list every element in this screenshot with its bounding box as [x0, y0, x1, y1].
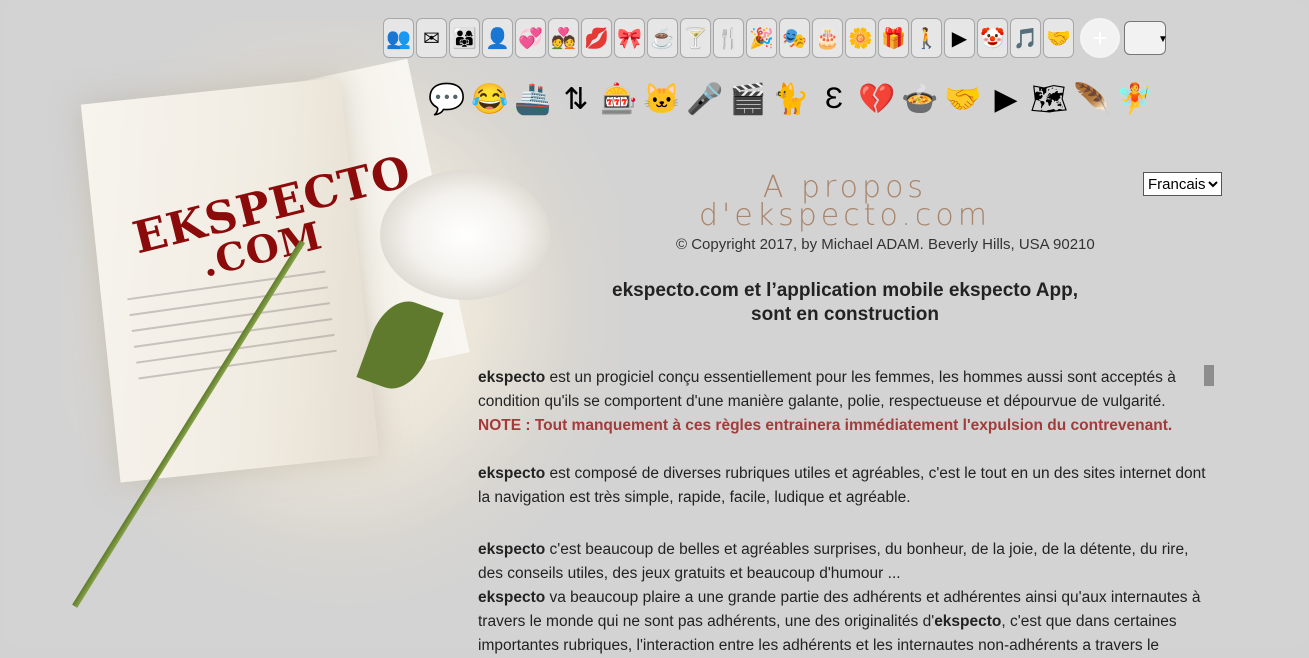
chat-bubbles-icon[interactable]: 💬: [428, 74, 466, 124]
brand-name: ekspecto: [478, 541, 546, 558]
paragraph-intro: ekspecto est un progiciel conçu essentie…: [478, 366, 1208, 414]
main-content: ekspecto est un progiciel conçu essentie…: [478, 366, 1208, 658]
walking-icon[interactable]: 🚶: [911, 18, 942, 58]
paragraph-features: ekspecto est composé de diverses rubriqu…: [478, 462, 1208, 510]
logo-e-icon[interactable]: Ɛ: [815, 74, 853, 124]
headline-line1: ekspecto.com et l’application mobile eks…: [612, 280, 1078, 301]
coffee-icon[interactable]: ☕: [647, 18, 678, 58]
exchange-arrows-icon[interactable]: ⇅: [557, 74, 595, 124]
cooking-pot-icon[interactable]: 🍲: [901, 74, 939, 124]
community-icon[interactable]: 👨‍👩‍👧: [449, 18, 480, 58]
birthday-cake-icon[interactable]: 🎂: [812, 18, 843, 58]
play-triangle-icon[interactable]: ▶: [987, 74, 1025, 124]
contacts-icon[interactable]: 👤: [482, 18, 513, 58]
brand-name: ekspecto: [934, 613, 1002, 630]
white-rose: [380, 170, 550, 300]
play-icon[interactable]: ▶: [944, 18, 975, 58]
toolbar-row-2: 💬 😂 🚢 ⇅ 🎰 🐱 🎤 🎬 🐈 Ɛ 💔 🍲 🤝 ▶ 🗺 🪶 🧚: [428, 74, 1154, 124]
world-map-search-icon[interactable]: 🗺: [1030, 74, 1068, 124]
ribbon-icon[interactable]: 🎀: [614, 18, 645, 58]
copyright-text: © Copyright 2017, by Michael ADAM. Bever…: [676, 236, 1095, 253]
about-title: A propos d'ekspecto.com: [640, 173, 1050, 233]
flower-icon[interactable]: 🌼: [845, 18, 876, 58]
paragraph-members: ekspecto va beaucoup plaire a une grande…: [478, 586, 1208, 658]
microphone-icon[interactable]: 🎤: [686, 74, 724, 124]
chevron-down-icon[interactable]: ▼: [1158, 34, 1168, 45]
feather-pen-icon[interactable]: 🪶: [1073, 74, 1111, 124]
about-title-line2: d'ekspecto.com: [699, 198, 991, 233]
handshake-deal-icon[interactable]: 🤝: [944, 74, 982, 124]
toolbar-row-1: 👥 ✉ 👨‍👩‍👧 👤 💞 💑 💋 🎀 ☕ 🍸 🍴 🎉 🎭 🎂 🌼 🎁 🚶 ▶ 🤡 🎵 🤝 +: [383, 18, 1166, 58]
brand-name: ekspecto: [478, 465, 546, 482]
paragraph-surprises: ekspecto c'est beaucoup de belles et agr…: [478, 538, 1208, 586]
kiss-icon[interactable]: 💋: [581, 18, 612, 58]
paragraph-text: c'est beaucoup de belles et agréables su…: [478, 541, 1189, 582]
broken-heart-icon[interactable]: 💔: [858, 74, 896, 124]
cat-computer-icon[interactable]: 🐈: [772, 74, 810, 124]
paragraph-text: est composé de diverses rubriques utiles…: [478, 465, 1206, 506]
paragraph-text: est un progiciel conçu essentiellement p…: [478, 369, 1176, 410]
language-select[interactable]: Francais: [1143, 172, 1222, 196]
construction-headline: ekspecto.com et l’application mobile eks…: [560, 279, 1130, 327]
couple-icon[interactable]: 💑: [548, 18, 579, 58]
handshake-icon[interactable]: 🤝: [1043, 18, 1074, 58]
hearts-icon[interactable]: 💞: [515, 18, 546, 58]
restaurant-icon[interactable]: 🍴: [713, 18, 744, 58]
brand-name: ekspecto: [478, 589, 546, 606]
zoom-plus-icon[interactable]: +: [1080, 18, 1120, 58]
cocktail-icon[interactable]: 🍸: [680, 18, 711, 58]
headline-line2: sont en construction: [751, 304, 939, 325]
music-note-icon[interactable]: 🎵: [1010, 18, 1041, 58]
rules-note: NOTE : Tout manquement à ces règles entr…: [478, 417, 1173, 434]
jester-icon[interactable]: 🤡: [977, 18, 1008, 58]
clapperboard-icon[interactable]: 🎬: [729, 74, 767, 124]
cat-icon[interactable]: 🐱: [643, 74, 681, 124]
gift-icon[interactable]: 🎁: [878, 18, 909, 58]
fairy-icon[interactable]: 🧚: [1116, 74, 1154, 124]
scrollbar-thumb[interactable]: [1204, 365, 1214, 386]
cruise-ship-icon[interactable]: 🚢: [514, 74, 552, 124]
mail-icon[interactable]: ✉: [416, 18, 447, 58]
people-group-icon[interactable]: 👥: [383, 18, 414, 58]
theater-masks-icon[interactable]: 🎭: [779, 18, 810, 58]
party-popper-icon[interactable]: 🎉: [746, 18, 777, 58]
laughing-face-icon[interactable]: 😂: [471, 74, 509, 124]
slot-machine-icon[interactable]: 🎰: [600, 74, 638, 124]
brand-name: ekspecto: [478, 369, 546, 386]
